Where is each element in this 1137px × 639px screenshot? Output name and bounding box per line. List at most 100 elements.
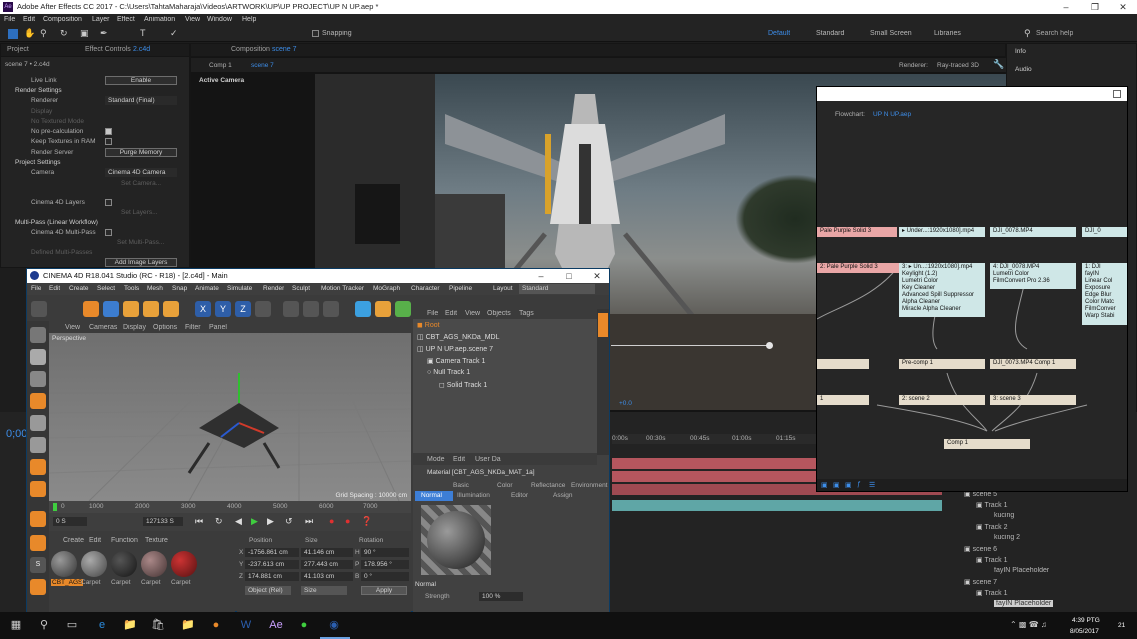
workspace-libraries[interactable]: Libraries bbox=[934, 30, 961, 37]
text-tool-icon[interactable]: T bbox=[140, 28, 146, 38]
edge-icon[interactable]: e bbox=[94, 617, 110, 633]
checker-icon[interactable] bbox=[30, 371, 46, 387]
flow-tool-icon[interactable]: ▣ bbox=[821, 481, 828, 489]
node-under-3[interactable]: 3: ▸ Un...:1920x1080].mp4 Keylight (1.2)… bbox=[899, 263, 985, 317]
pos-z-field[interactable]: 174.881 cm bbox=[245, 572, 299, 581]
om-menu-edit[interactable]: Edit bbox=[445, 310, 457, 317]
restore-icon[interactable]: ❐ bbox=[1081, 0, 1109, 14]
c4d-menu-mesh[interactable]: Mesh bbox=[147, 285, 163, 292]
no-precalc-checkbox[interactable] bbox=[105, 128, 112, 135]
subdiv-icon[interactable] bbox=[395, 301, 411, 317]
go-end-icon[interactable]: ⏭ bbox=[305, 516, 313, 527]
set-camera-button[interactable]: Set Camera... bbox=[121, 180, 161, 187]
rotate-tool-icon[interactable] bbox=[143, 301, 159, 317]
tab-project[interactable]: Project bbox=[7, 46, 29, 53]
vp-menu-display[interactable]: Display bbox=[123, 324, 146, 331]
attr-menu-userdata[interactable]: User Da bbox=[475, 456, 501, 463]
tree-item[interactable]: ▣ scene 7 bbox=[964, 578, 997, 586]
rotate-tool-icon[interactable]: ↻ bbox=[60, 28, 68, 39]
renderer-dropdown[interactable]: Standard (Final) bbox=[105, 96, 177, 105]
info-tab[interactable]: Info bbox=[1015, 48, 1026, 55]
snap-icon[interactable] bbox=[30, 535, 46, 551]
coord-system-icon[interactable] bbox=[255, 301, 271, 317]
attr-tab-reflectance[interactable]: Reflectance bbox=[531, 482, 565, 489]
audio-tab[interactable]: Audio bbox=[1015, 66, 1032, 73]
play-icon[interactable]: ▶ bbox=[251, 516, 258, 527]
node-dji-cut[interactable]: DJI_0 bbox=[1082, 227, 1127, 237]
node-dji-4[interactable]: 4: DJI_0078.MP4 Lumetri Color FilmConver… bbox=[990, 263, 1076, 289]
after-effects-icon[interactable]: Ae bbox=[268, 617, 284, 633]
set-multipass-button[interactable]: Set Multi-Pass... bbox=[117, 239, 164, 246]
vp-menu-view[interactable]: View bbox=[65, 324, 80, 331]
scale-tool-icon[interactable] bbox=[123, 301, 139, 317]
layout-dropdown[interactable]: Standard bbox=[519, 284, 595, 294]
om-row-null-track[interactable]: ○ Null Track 1 bbox=[427, 369, 597, 376]
flow-tool-icon[interactable]: ☰ bbox=[869, 481, 875, 489]
om-row-solid-track[interactable]: ◻ Solid Track 1 bbox=[439, 381, 597, 389]
cinema4d-icon[interactable]: ◉ bbox=[326, 617, 342, 633]
pen-tool-icon[interactable]: ✒ bbox=[100, 28, 108, 39]
node-pale-purple-solid[interactable]: Pale Purple Solid 3 bbox=[817, 227, 897, 237]
menu-window[interactable]: Window bbox=[207, 16, 232, 23]
search-help-input[interactable]: Search help bbox=[1036, 30, 1073, 37]
tree-item[interactable]: kucing 2 bbox=[994, 534, 1020, 541]
size-mode-dropdown[interactable]: Size bbox=[301, 586, 347, 595]
move-tool-icon[interactable] bbox=[83, 301, 99, 317]
attr-tab-editor[interactable]: Editor bbox=[511, 492, 528, 499]
pos-x-field[interactable]: -1756.861 cm bbox=[245, 548, 299, 557]
app-icon[interactable]: ● bbox=[296, 617, 312, 633]
size-y-field[interactable]: 277.443 cm bbox=[301, 560, 353, 569]
c4d-menu-character[interactable]: Character bbox=[411, 285, 440, 292]
tree-item[interactable]: ▣ scene 6 bbox=[964, 545, 997, 553]
tree-item-selected[interactable]: fayIN Placeholder bbox=[994, 600, 1054, 607]
word-icon[interactable]: W bbox=[238, 617, 254, 633]
y-axis-icon[interactable]: Y bbox=[215, 301, 231, 317]
tree-item[interactable]: ▣ Track 1 bbox=[976, 589, 1008, 597]
tree-item[interactable]: ▣ Track 1 bbox=[976, 556, 1008, 564]
prev-key-icon[interactable]: ↻ bbox=[215, 516, 223, 527]
side-tab-objects[interactable] bbox=[598, 313, 608, 337]
node-scene-3[interactable]: 3: scene 3 bbox=[990, 395, 1076, 405]
attr-menu-mode[interactable]: Mode bbox=[427, 456, 445, 463]
node-pale-purple-solid-2[interactable]: 2: Pale Purple Solid 3 bbox=[817, 263, 905, 273]
hand-tool-icon[interactable]: ✋ bbox=[24, 28, 35, 39]
selection-tool-icon[interactable] bbox=[8, 29, 18, 39]
c4d-menu-file[interactable]: File bbox=[31, 285, 41, 292]
c4d-maximize-icon[interactable]: □ bbox=[555, 269, 583, 283]
multipass-header[interactable]: Multi-Pass (Linear Workflow) bbox=[15, 219, 98, 226]
add-tool-icon[interactable] bbox=[163, 301, 179, 317]
purge-memory-button[interactable]: Purge Memory bbox=[105, 148, 177, 157]
c4d-menu-layout[interactable]: Layout bbox=[493, 285, 513, 292]
tab-effect-controls[interactable]: Effect Controls bbox=[85, 46, 131, 53]
c4d-menu-tools[interactable]: Tools bbox=[124, 285, 139, 292]
paint-icon[interactable] bbox=[30, 579, 46, 595]
c4d-menu-edit[interactable]: Edit bbox=[49, 285, 60, 292]
node-dji-comp[interactable]: DJI_0073.MP4 Comp 1 bbox=[990, 359, 1076, 369]
value-slider-track[interactable] bbox=[611, 345, 771, 346]
pen-icon[interactable] bbox=[375, 301, 391, 317]
node-fay[interactable]: 1: DJI fayIN Linear Col Exposure Edge Bl… bbox=[1082, 263, 1127, 325]
c4d-menu-render[interactable]: Render bbox=[263, 285, 284, 292]
om-row-root[interactable]: ◼ Root bbox=[417, 321, 597, 329]
menu-file[interactable]: File bbox=[4, 16, 15, 23]
flow-tool-icon[interactable]: ƒ bbox=[857, 481, 861, 488]
brush-tool-icon[interactable]: ✓ bbox=[170, 28, 178, 39]
om-row-mdl[interactable]: ◫ CBT_AGS_NKDa_MDL bbox=[417, 333, 597, 341]
c4d-minimize-icon[interactable]: – bbox=[527, 269, 555, 283]
tray-icons[interactable]: ⌃ ▩ ☎ ♫ bbox=[1010, 620, 1047, 629]
wrench-icon[interactable]: 🔧 bbox=[993, 59, 1004, 70]
zoom-tool-icon[interactable]: ⚲ bbox=[40, 28, 47, 39]
search-icon[interactable]: ⚲ bbox=[36, 617, 52, 633]
firefox-icon[interactable]: ● bbox=[208, 617, 224, 633]
mat-menu-edit[interactable]: Edit bbox=[89, 537, 101, 544]
c4d-layers-checkbox[interactable] bbox=[105, 199, 112, 206]
breadcrumb-comp1[interactable]: Comp 1 bbox=[209, 62, 232, 69]
enable-button[interactable]: Enable bbox=[105, 76, 177, 85]
z-axis-icon[interactable]: Z bbox=[235, 301, 251, 317]
c4d-menu-animate[interactable]: Animate bbox=[195, 285, 219, 292]
workspace-standard[interactable]: Standard bbox=[816, 30, 844, 37]
auto-key-icon[interactable]: ● bbox=[345, 516, 350, 526]
tree-item[interactable]: kucing bbox=[994, 512, 1014, 519]
c4d-menu-motion-tracker[interactable]: Motion Tracker bbox=[321, 285, 364, 292]
workspace-small-screen[interactable]: Small Screen bbox=[870, 30, 912, 37]
